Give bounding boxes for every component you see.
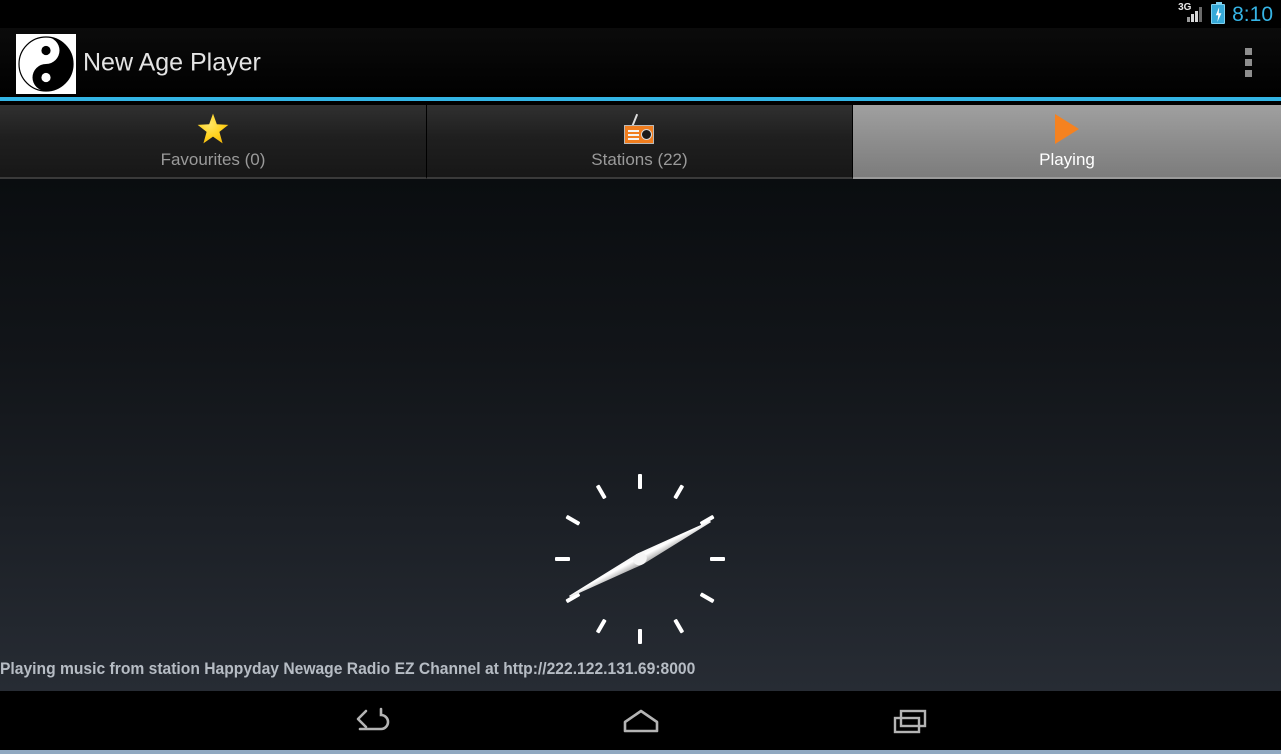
- playing-panel: Playing music from station Happyday Newa…: [0, 179, 1281, 691]
- tab-bar: Favourites (0) Stations (22) Playing: [0, 105, 1281, 179]
- status-bar-clock: 8:10: [1232, 2, 1273, 26]
- signal-3g-icon: 3G: [1178, 3, 1204, 24]
- battery-charging-icon: [1211, 2, 1226, 24]
- app-title: New Age Player: [83, 48, 261, 76]
- tab-stations-label: Stations (22): [591, 150, 688, 169]
- now-playing-station-text: Playing music from station Happyday Newa…: [0, 659, 696, 678]
- tab-playing[interactable]: Playing: [853, 105, 1281, 179]
- status-bar: 3G 8:10: [0, 0, 1281, 28]
- charging-bolt-icon: [1215, 7, 1222, 22]
- tab-favourites-label: Favourites (0): [160, 150, 266, 169]
- overflow-menu-icon[interactable]: [1237, 43, 1259, 83]
- home-icon[interactable]: [601, 698, 681, 744]
- buffering-compass-icon: [555, 474, 725, 644]
- yin-yang-icon: [16, 34, 76, 94]
- status-bar-right-group: 3G 8:10: [1178, 0, 1273, 28]
- recents-icon[interactable]: [871, 698, 951, 744]
- back-icon[interactable]: [331, 698, 411, 744]
- play-icon: [1049, 112, 1085, 146]
- action-bar: New Age Player: [0, 28, 1281, 101]
- android-screen: 3G 8:10 New Age Player Favourites (0) St…: [0, 0, 1281, 754]
- tab-favourites[interactable]: Favourites (0): [0, 105, 427, 179]
- system-navigation-bar: [0, 691, 1281, 750]
- screen-bottom-edge: [0, 750, 1281, 754]
- radio-icon: [622, 112, 658, 146]
- signal-bars-icon: [1187, 7, 1204, 22]
- tab-stations[interactable]: Stations (22): [427, 105, 853, 179]
- tab-playing-label: Playing: [1039, 150, 1095, 169]
- star-icon: [195, 112, 231, 146]
